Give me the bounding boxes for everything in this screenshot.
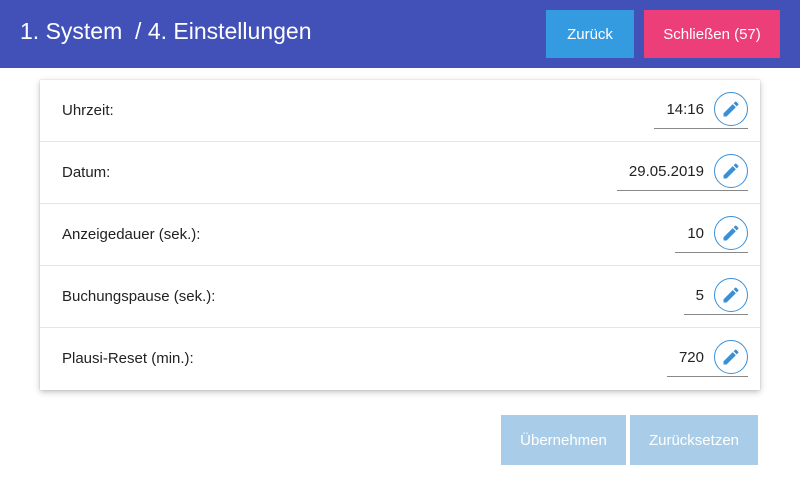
setting-value-field[interactable]: 29.05.2019 — [616, 154, 748, 191]
pencil-icon — [723, 225, 739, 241]
edit-button[interactable] — [714, 340, 748, 374]
edit-button[interactable] — [714, 92, 748, 126]
setting-row-display-duration: Anzeigedauer (sek.): 10 — [40, 204, 760, 266]
setting-value-field[interactable]: 14:16 — [654, 92, 748, 129]
setting-value: 29.05.2019 — [628, 163, 704, 180]
setting-value: 720 — [678, 349, 704, 366]
setting-value-field[interactable]: 720 — [666, 340, 748, 377]
setting-label: Buchungspause (sek.): — [62, 288, 216, 305]
setting-row-booking-pause: Buchungspause (sek.): 5 — [40, 266, 760, 328]
page-title: 1. System / 4. Einstellungen — [20, 18, 312, 44]
setting-row-plausi-reset: Plausi-Reset (min.): 720 — [40, 328, 760, 390]
header-bar: 1. System / 4. Einstellungen Zurück Schl… — [0, 0, 800, 68]
setting-label: Plausi-Reset (min.): — [62, 350, 194, 367]
edit-button[interactable] — [714, 216, 748, 250]
pencil-icon — [723, 163, 739, 179]
setting-value: 14:16 — [666, 101, 704, 118]
edit-button[interactable] — [714, 278, 748, 312]
edit-button[interactable] — [714, 154, 748, 188]
settings-card: Uhrzeit: 14:16 Datum: 29.05.2019 Anzeige… — [40, 80, 760, 390]
back-button[interactable]: Zurück — [546, 10, 634, 58]
setting-row-time: Uhrzeit: 14:16 — [40, 80, 760, 142]
setting-row-date: Datum: 29.05.2019 — [40, 142, 760, 204]
reset-button[interactable]: Zurücksetzen — [630, 415, 758, 465]
apply-button[interactable]: Übernehmen — [501, 415, 626, 465]
setting-value-field[interactable]: 10 — [675, 216, 748, 253]
setting-value: 5 — [695, 287, 704, 304]
setting-value-field[interactable]: 5 — [683, 278, 748, 315]
close-button[interactable]: Schließen (57) — [644, 10, 780, 58]
setting-label: Datum: — [62, 164, 111, 181]
pencil-icon — [723, 287, 739, 303]
pencil-icon — [723, 349, 739, 365]
setting-label: Uhrzeit: — [62, 102, 114, 119]
setting-label: Anzeigedauer (sek.): — [62, 226, 201, 243]
pencil-icon — [723, 101, 739, 117]
setting-value: 10 — [687, 225, 704, 242]
